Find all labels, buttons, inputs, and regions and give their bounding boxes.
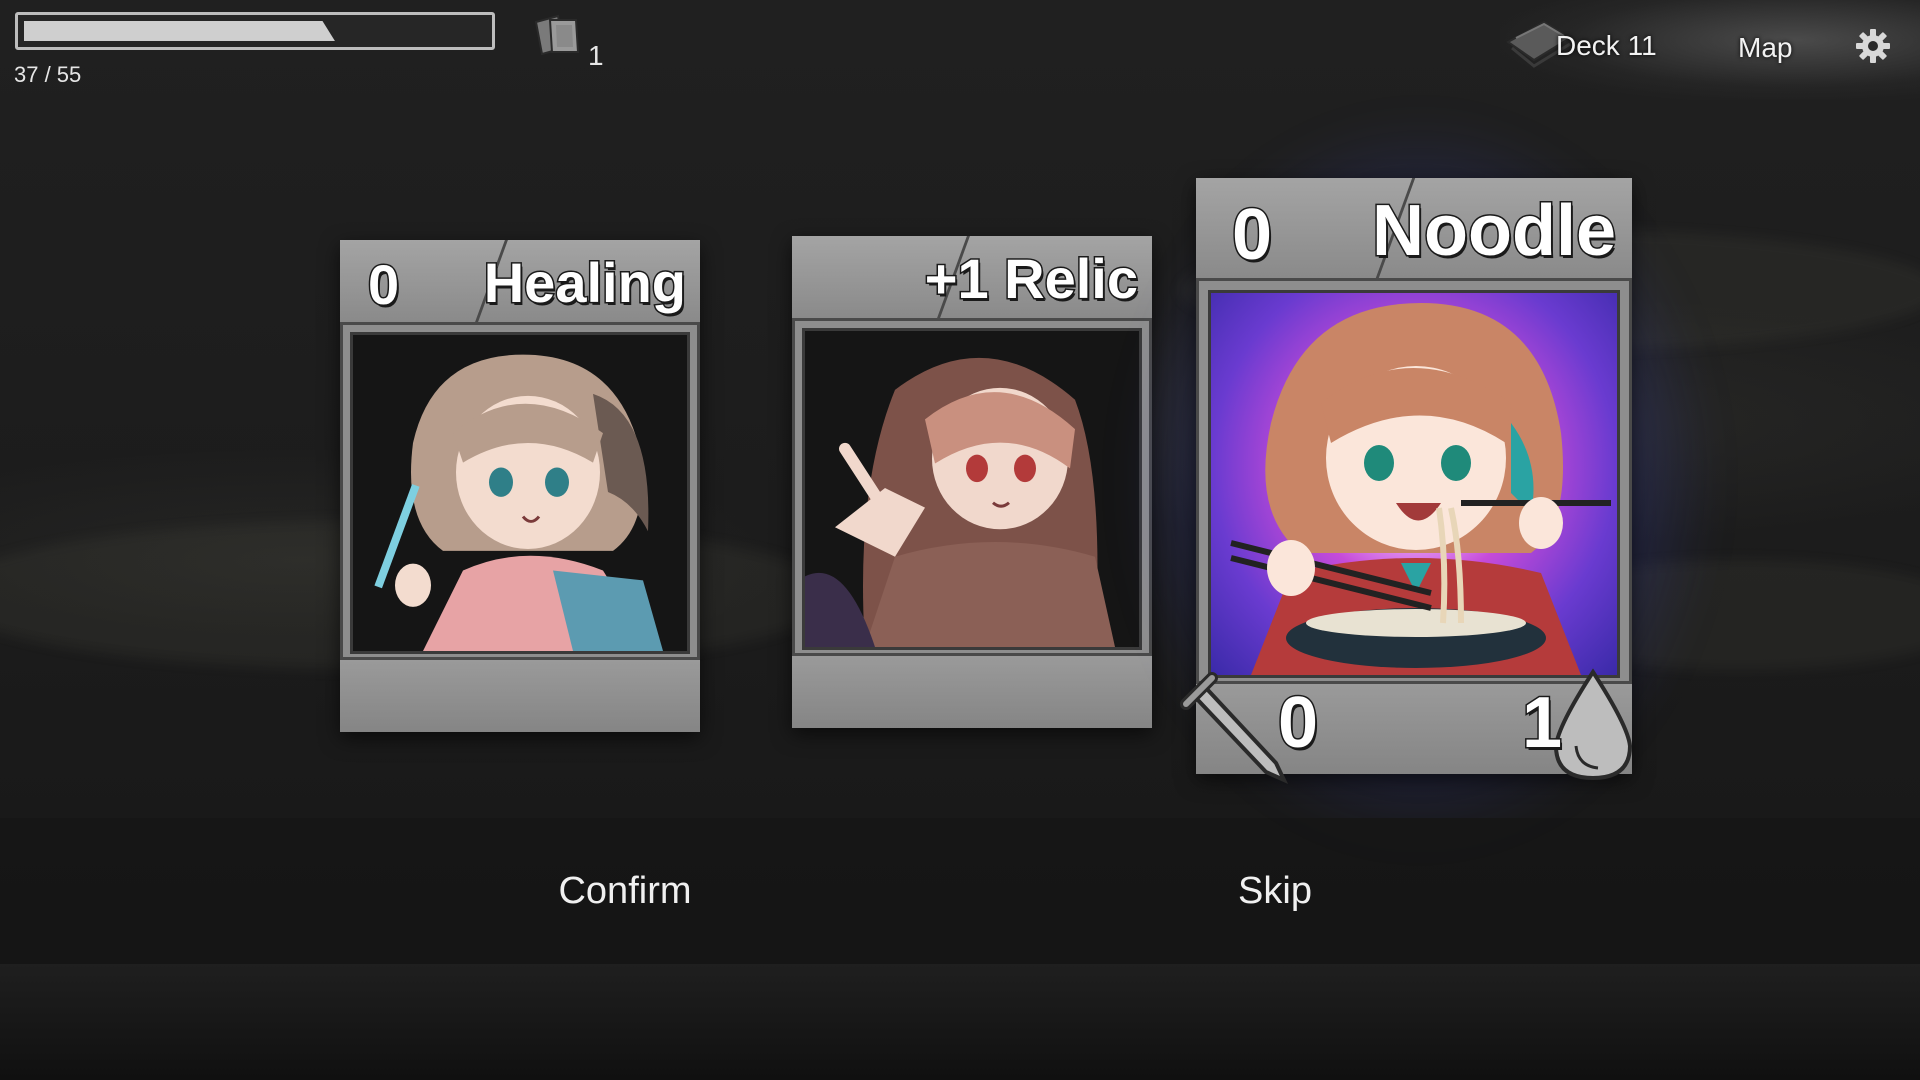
card-stack-icon[interactable] [528, 12, 588, 62]
card-name: +1 Relic [923, 246, 1139, 312]
card-cost: 0 [1230, 194, 1273, 277]
card-noodle[interactable]: 0 Noodle 0 1 [1180, 178, 1633, 785]
progress-text: 37 / 55 [14, 62, 82, 87]
card-cost: 0 [366, 252, 400, 318]
progress-bar-fill [24, 21, 335, 41]
relic-count: 1 [588, 40, 604, 71]
skip-button[interactable]: Skip [1110, 818, 1440, 964]
card-health: 1 [1520, 682, 1563, 765]
confirm-button[interactable]: Confirm [460, 818, 790, 964]
card-art-hooded-girl [802, 328, 1142, 650]
card-name: Healing [482, 250, 687, 316]
card-art-nurse [350, 332, 690, 654]
card-healing[interactable]: 0 Healing [340, 240, 700, 732]
progress-bar [15, 12, 495, 50]
card-art-noodle-girl [1208, 290, 1620, 678]
action-bar: Confirm Skip [0, 818, 1920, 964]
deck-button[interactable]: Deck 11 [1556, 30, 1657, 62]
card-plus-one-relic[interactable]: +1 Relic [792, 236, 1152, 728]
card-footer [792, 653, 1152, 728]
card-attack: 0 [1276, 682, 1319, 765]
bottom-shade [0, 964, 1920, 1080]
map-button[interactable]: Map [1738, 32, 1792, 64]
card-footer [340, 657, 700, 732]
gear-icon[interactable] [1855, 28, 1891, 64]
card-reward-screen: 37 / 55 1 Deck 11 Map 0 Healing +1 Relic… [0, 0, 1920, 1080]
card-name: Noodle [1371, 190, 1618, 273]
